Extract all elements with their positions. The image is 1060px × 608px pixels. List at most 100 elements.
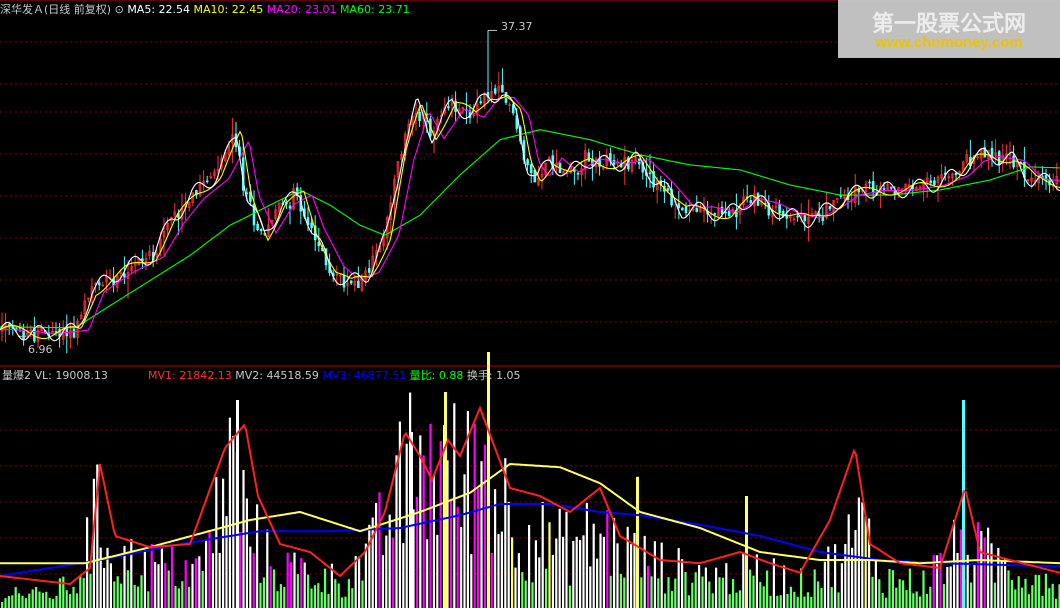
volume-bar	[218, 553, 221, 608]
volume-bar	[687, 595, 690, 608]
volume-bar	[640, 577, 643, 608]
volume-bar	[990, 543, 993, 608]
volume-bar	[643, 535, 646, 608]
volume-ratio-label: 量比: 0.88	[409, 369, 464, 382]
volume-bar	[453, 403, 456, 608]
mv1-label: MV1: 21842.13	[148, 369, 232, 382]
volume-bar	[667, 577, 670, 608]
volume-bar	[439, 441, 442, 608]
volume-bar	[596, 558, 599, 608]
volume-bar	[677, 548, 680, 608]
volume-bar	[252, 553, 255, 608]
candle-body	[342, 275, 346, 288]
volume-bar	[579, 539, 582, 608]
volume-bar	[368, 524, 371, 608]
volume-bar	[861, 502, 864, 608]
volume-bar	[324, 568, 327, 608]
volume-bar	[378, 492, 381, 608]
volume-bar	[113, 581, 116, 608]
volume-bar	[830, 587, 833, 608]
volume-bar	[599, 533, 602, 608]
volume-bar	[160, 545, 163, 608]
volume-bar	[783, 565, 786, 608]
volume-bar	[630, 544, 633, 608]
volume-bar	[613, 517, 616, 608]
volume-bar	[1017, 576, 1020, 608]
volume-bar	[286, 552, 289, 608]
volume-bar	[300, 557, 303, 608]
volume-bar	[817, 581, 820, 608]
volume-bar	[837, 592, 840, 608]
volume-bar	[864, 516, 867, 608]
volume-bar	[582, 535, 585, 608]
volume-bar	[531, 582, 534, 608]
volume-bar	[116, 576, 119, 608]
volume-bar	[874, 560, 877, 608]
volume-bar	[385, 535, 388, 608]
volume-bar	[1055, 598, 1058, 608]
volume-bar	[154, 561, 157, 608]
candle-body	[695, 207, 699, 212]
ma10-label: MA10: 22.45	[193, 3, 264, 16]
collapse-icon[interactable]: ⊙	[115, 3, 124, 16]
volume-bar	[269, 566, 272, 608]
volume-bar	[334, 579, 337, 608]
volume-bar	[681, 559, 684, 608]
volume-bar	[65, 590, 68, 608]
volume-bar	[772, 558, 775, 608]
volume-bar	[351, 588, 354, 608]
candle-body	[933, 180, 936, 185]
volume-bar	[184, 560, 187, 608]
volume-bar	[840, 563, 843, 608]
volume-bar	[167, 570, 170, 608]
volume-bar	[619, 573, 622, 608]
volume-panel-header: 量爆2 VL: 19008.13	[2, 369, 108, 383]
stock-title: 深华发Ａ(日线 前复权)	[0, 3, 112, 16]
volume-bar	[1007, 570, 1010, 608]
volume-bar	[262, 577, 265, 608]
volume-bar	[177, 588, 180, 608]
volume-bar	[528, 524, 531, 608]
watermark-url: www.chnmoney.com	[875, 34, 1023, 51]
volume-bar	[72, 586, 75, 608]
mv3-value: 46877.51	[353, 369, 407, 382]
volume-bar	[194, 558, 197, 608]
volume-bar	[164, 562, 167, 608]
volume-bar	[823, 561, 826, 608]
volume-bar	[69, 594, 72, 608]
volume-bar	[657, 578, 660, 608]
candle-body	[526, 159, 529, 166]
volume-bar	[919, 596, 922, 608]
volume-bar	[133, 584, 136, 608]
candle-body	[259, 229, 263, 232]
volume-bar	[827, 546, 830, 608]
volume-bar	[41, 592, 44, 608]
volume-bar	[602, 536, 605, 608]
volume-bar	[429, 423, 432, 608]
volume-bar	[796, 596, 799, 608]
volume-bar	[38, 591, 41, 608]
volume-bar	[993, 582, 996, 608]
candle-body	[778, 204, 781, 214]
volume-bar	[762, 586, 765, 608]
high-price-marker: 37.37	[501, 20, 533, 33]
volume-bar	[266, 529, 269, 608]
volume-bar	[660, 542, 663, 608]
candle-body	[349, 280, 353, 284]
volume-bar	[402, 543, 405, 608]
volume-bar	[191, 563, 194, 608]
volume-bar	[283, 587, 286, 608]
volume-bar	[749, 569, 752, 608]
candle-body	[724, 211, 727, 214]
volume-bar	[691, 582, 694, 608]
volume-bar	[347, 579, 350, 608]
volume-bar	[670, 590, 673, 608]
volume-bar	[684, 571, 687, 608]
volume-bar	[844, 543, 847, 608]
volume-bar	[606, 510, 609, 608]
candle-body	[511, 104, 515, 114]
volume-bar	[572, 540, 575, 608]
volume-bar	[732, 579, 735, 608]
volume-spike-bar	[636, 476, 639, 608]
candle-body	[529, 164, 533, 174]
